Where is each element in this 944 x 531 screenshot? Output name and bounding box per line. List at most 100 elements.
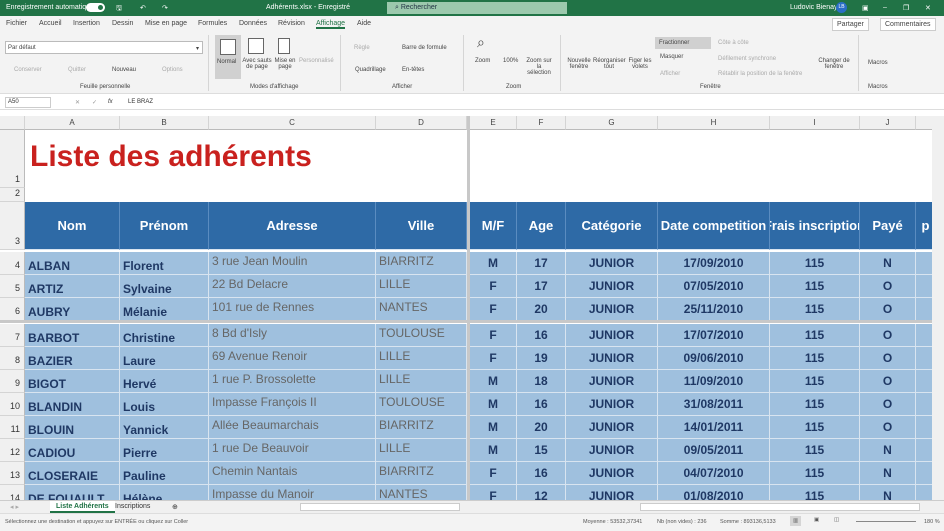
table-cell[interactable]: 25/11/2010 xyxy=(658,298,770,321)
table-cell[interactable]: 09/06/2010 xyxy=(658,347,770,370)
table-cell[interactable]: 20 xyxy=(517,416,566,439)
table-cell[interactable] xyxy=(916,252,932,275)
table-cell[interactable]: M xyxy=(470,439,517,462)
table-cell[interactable]: BIARRITZ xyxy=(376,462,467,485)
column-header-D[interactable]: D xyxy=(376,116,467,130)
table-cell[interactable]: M xyxy=(470,252,517,275)
ruler-checkbox[interactable]: Règle xyxy=(354,45,370,51)
formula-bar-checkbox[interactable]: Barre de formule xyxy=(402,45,447,51)
unhide-button[interactable]: Afficher xyxy=(660,71,680,77)
table-cell[interactable]: 11/09/2010 xyxy=(658,370,770,393)
tab-affichage[interactable]: Affichage xyxy=(316,20,346,29)
table-cell[interactable]: F xyxy=(470,275,517,298)
column-header-J[interactable]: J xyxy=(860,116,916,130)
table-cell[interactable]: LILLE xyxy=(376,347,467,370)
table-cell[interactable]: 115 xyxy=(770,462,860,485)
tab-mise-en-page[interactable]: Mise en page xyxy=(145,20,187,27)
filename[interactable]: Adhérents.xlsx - Enregistré xyxy=(266,4,350,11)
table-cell[interactable]: 16 xyxy=(517,393,566,416)
column-title-6[interactable]: Catégorie xyxy=(566,202,658,250)
table-cell[interactable]: 20 xyxy=(517,298,566,321)
table-cell[interactable]: JUNIOR xyxy=(566,347,658,370)
table-cell[interactable]: TOULOUSE xyxy=(376,324,467,347)
table-cell[interactable]: 16 xyxy=(517,462,566,485)
table-cell[interactable]: 115 xyxy=(770,275,860,298)
table-cell[interactable]: 15 xyxy=(517,439,566,462)
tab-revision[interactable]: Révision xyxy=(278,20,305,27)
nouveau-button[interactable]: Nouveau xyxy=(112,67,136,73)
table-cell[interactable]: Yannick xyxy=(120,416,209,439)
row-header[interactable]: 10 xyxy=(0,393,25,416)
table-cell[interactable]: Pierre xyxy=(120,439,209,462)
conserver-button[interactable]: Conserver xyxy=(14,67,42,73)
table-cell[interactable]: LILLE xyxy=(376,439,467,462)
custom-view-button[interactable]: Personnalisé xyxy=(299,58,334,64)
table-cell[interactable]: 3 rue Jean Moulin xyxy=(209,252,376,275)
table-cell[interactable]: DE FOUAULT xyxy=(25,485,120,500)
table-cell[interactable]: 8 Bd d'Isly xyxy=(209,324,376,347)
column-header-I[interactable]: I xyxy=(770,116,860,130)
tab-accueil[interactable]: Accueil xyxy=(39,20,62,27)
table-cell[interactable]: O xyxy=(860,393,916,416)
page-break-view-icon[interactable]: ◫ xyxy=(834,517,839,523)
new-window-button[interactable]: Nouvelle fenêtre xyxy=(567,58,591,70)
enter-icon[interactable]: ✓ xyxy=(92,99,97,106)
table-cell[interactable]: JUNIOR xyxy=(566,298,658,321)
table-cell[interactable]: Hélène xyxy=(120,485,209,500)
table-cell[interactable]: JUNIOR xyxy=(566,275,658,298)
table-cell[interactable]: 04/07/2010 xyxy=(658,462,770,485)
table-cell[interactable]: ALBAN xyxy=(25,252,120,275)
table-cell[interactable]: 17 xyxy=(517,252,566,275)
column-header-C[interactable]: C xyxy=(209,116,376,130)
side-by-side-button[interactable]: Côte à côte xyxy=(718,40,749,46)
table-cell[interactable]: JUNIOR xyxy=(566,416,658,439)
row-header[interactable]: 4 xyxy=(0,252,25,275)
table-cell[interactable] xyxy=(916,298,932,321)
vertical-split-bar[interactable] xyxy=(467,116,470,500)
table-cell[interactable]: M xyxy=(470,416,517,439)
table-cell[interactable]: 17/07/2010 xyxy=(658,324,770,347)
column-title-0[interactable]: Nom xyxy=(25,202,120,250)
comments-button[interactable]: Commentaires xyxy=(880,18,936,31)
table-cell[interactable]: 115 xyxy=(770,324,860,347)
normal-view-icon[interactable]: ▥ xyxy=(790,516,802,526)
table-cell[interactable]: NANTES xyxy=(376,485,467,500)
column-header-F[interactable]: F xyxy=(517,116,566,130)
tab-donnees[interactable]: Données xyxy=(239,20,267,27)
ribbon-display-icon[interactable]: ▣ xyxy=(862,4,869,12)
table-cell[interactable]: 17 xyxy=(517,275,566,298)
table-cell[interactable]: O xyxy=(860,275,916,298)
options-button[interactable]: Options xyxy=(162,67,183,73)
table-cell[interactable]: N xyxy=(860,462,916,485)
table-cell[interactable]: 31/08/2011 xyxy=(658,393,770,416)
table-cell[interactable]: CLOSERAIE xyxy=(25,462,120,485)
split-button[interactable]: Fractionner xyxy=(655,37,711,49)
table-cell[interactable]: BIARRITZ xyxy=(376,252,467,275)
table-cell[interactable]: O xyxy=(860,324,916,347)
headings-checkbox[interactable]: En-têtes xyxy=(402,67,424,73)
table-cell[interactable]: 1 rue P. Brossolette xyxy=(209,370,376,393)
row-header[interactable]: 7 xyxy=(0,324,25,347)
column-header-G[interactable]: G xyxy=(566,116,658,130)
table-cell[interactable] xyxy=(916,370,932,393)
table-cell[interactable]: F xyxy=(470,347,517,370)
table-cell[interactable]: F xyxy=(470,485,517,500)
switch-window-button[interactable]: Changer de fenêtre xyxy=(816,58,852,70)
table-cell[interactable]: 115 xyxy=(770,252,860,275)
close-icon[interactable]: ✕ xyxy=(925,4,931,12)
row-header[interactable]: 8 xyxy=(0,347,25,370)
column-title-5[interactable]: Age xyxy=(517,202,566,250)
table-cell[interactable]: O xyxy=(860,370,916,393)
table-cell[interactable] xyxy=(916,347,932,370)
table-cell[interactable]: 01/08/2010 xyxy=(658,485,770,500)
zoom-100-button[interactable]: 100% xyxy=(503,58,518,64)
table-cell[interactable]: JUNIOR xyxy=(566,252,658,275)
table-cell[interactable]: Mélanie xyxy=(120,298,209,321)
table-cell[interactable]: Sylvaine xyxy=(120,275,209,298)
column-title-8[interactable]: Frais inscription xyxy=(770,202,860,250)
table-cell[interactable]: Allée Beaumarchais xyxy=(209,416,376,439)
minimize-icon[interactable]: – xyxy=(883,4,887,11)
table-cell[interactable]: 69 Avenue Renoir xyxy=(209,347,376,370)
table-cell[interactable]: BIGOT xyxy=(25,370,120,393)
quitter-button[interactable]: Quitter xyxy=(68,67,86,73)
